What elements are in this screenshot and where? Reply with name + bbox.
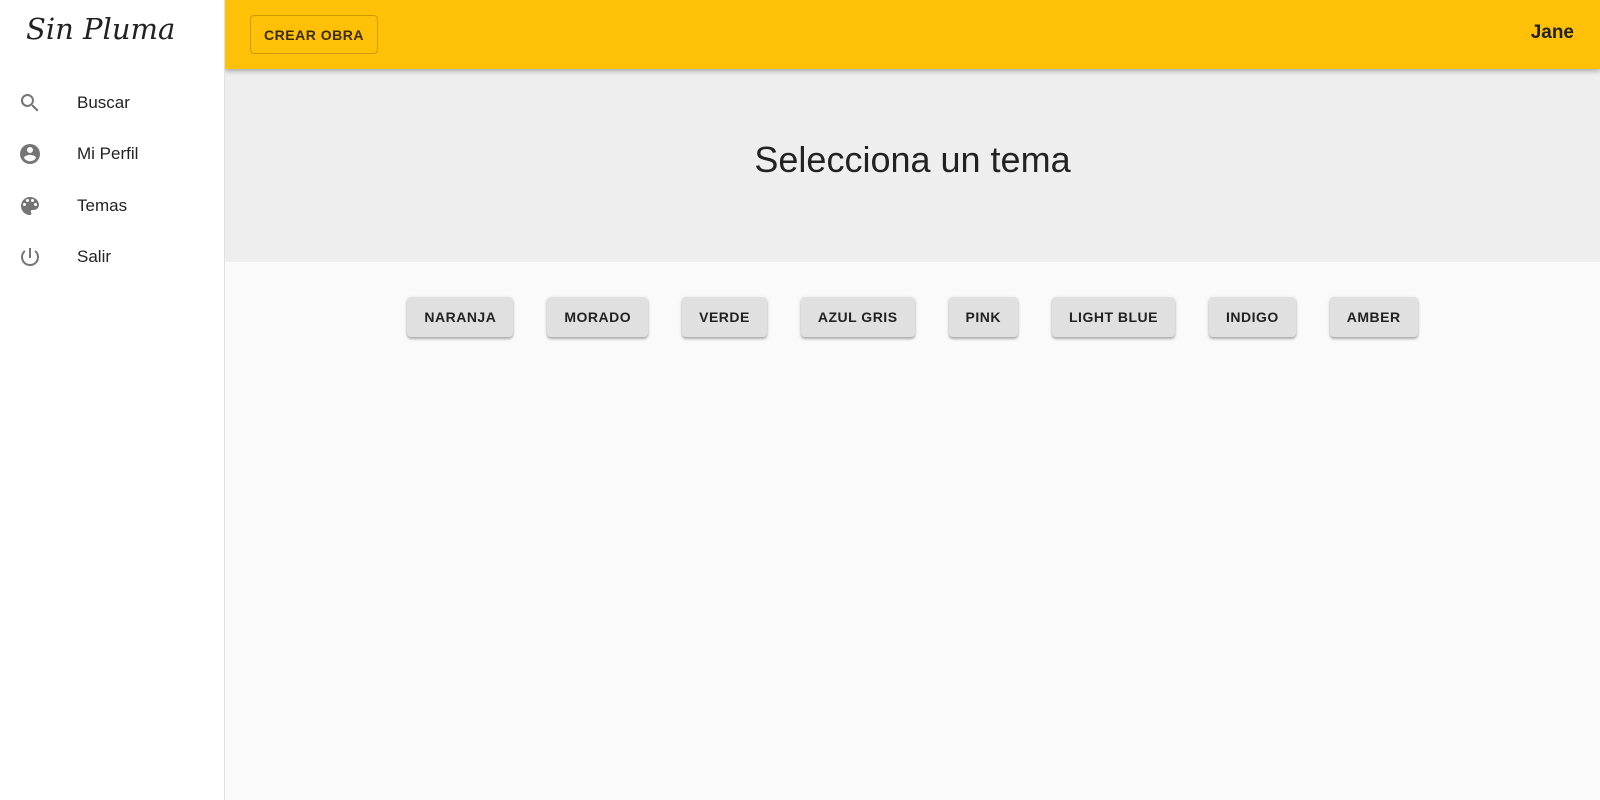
power-icon (18, 245, 42, 269)
theme-button-verde[interactable]: VERDE (682, 297, 767, 337)
sidebar-item-label: Buscar (77, 92, 130, 112)
sidebar-item-label: Mi Perfil (77, 144, 139, 164)
page-title: Selecciona un tema (754, 139, 1071, 180)
user-name[interactable]: Jane (1531, 22, 1574, 44)
sidebar-item-salir[interactable]: Salir (0, 232, 224, 284)
palette-icon (18, 194, 42, 218)
sidebar-item-temas[interactable]: Temas (0, 180, 224, 232)
sidebar-nav: Buscar Mi Perfil Temas Salir (0, 77, 224, 283)
theme-button-indigo[interactable]: INDIGO (1209, 297, 1296, 337)
sidebar-item-mi-perfil[interactable]: Mi Perfil (0, 129, 224, 181)
theme-buttons: NARANJA MORADO VERDE AZUL GRIS PINK LIGH… (225, 297, 1600, 337)
account-circle-icon (18, 142, 42, 166)
theme-button-morado[interactable]: MORADO (547, 297, 649, 337)
theme-button-pink[interactable]: PINK (948, 297, 1018, 337)
theme-button-amber[interactable]: AMBER (1329, 297, 1418, 337)
theme-button-naranja[interactable]: NARANJA (407, 297, 514, 337)
theme-button-light-blue[interactable]: LIGHT BLUE (1052, 297, 1175, 337)
top-app-bar: CREAR OBRA Jane (225, 0, 1600, 69)
sidebar: Sin Pluma Buscar Mi Perfil Temas Salir (0, 0, 225, 800)
sidebar-item-label: Temas (77, 195, 128, 215)
sidebar-item-label: Salir (77, 247, 112, 267)
theme-button-azul-gris[interactable]: AZUL GRIS (800, 297, 915, 337)
title-banner: Selecciona un tema (225, 69, 1600, 262)
logo[interactable]: Sin Pluma (26, 12, 175, 46)
sidebar-item-buscar[interactable]: Buscar (0, 77, 224, 129)
search-icon (18, 91, 42, 115)
create-work-button[interactable]: CREAR OBRA (250, 15, 378, 54)
